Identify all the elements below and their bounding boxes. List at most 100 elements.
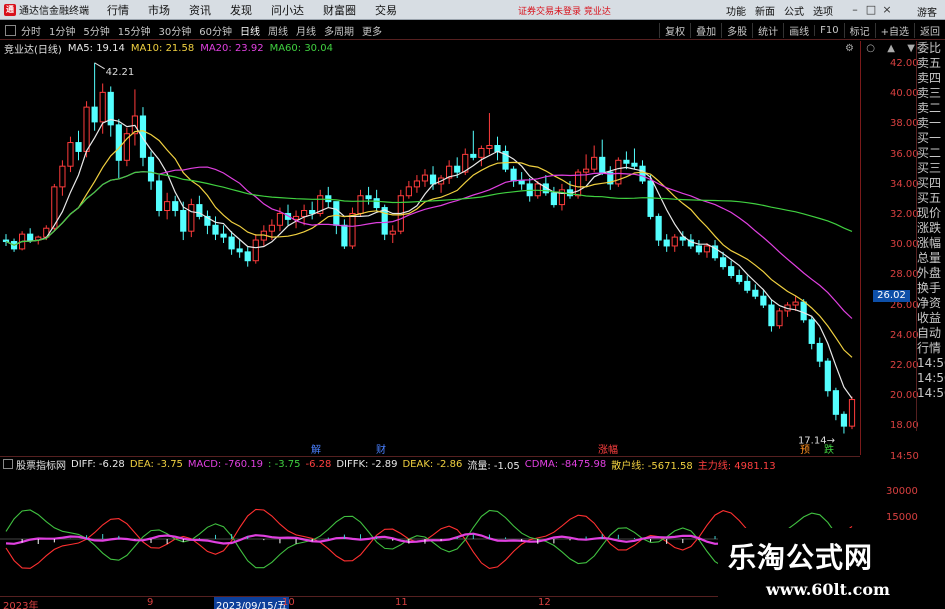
indicator-value-0: DIFF: -6.28 <box>71 458 125 470</box>
side-panel-item[interactable]: 卖四 <box>917 71 945 86</box>
candle-body <box>518 180 525 185</box>
candle-body <box>27 233 34 241</box>
period-1min[interactable]: 1分钟 <box>49 23 75 38</box>
side-panel-item[interactable]: 卖一 <box>917 116 945 131</box>
candle-body <box>188 204 195 232</box>
side-panel-item[interactable]: 卖二 <box>917 101 945 116</box>
statistics-button[interactable]: 统计 <box>752 23 783 38</box>
period-5min[interactable]: 5分钟 <box>83 23 109 38</box>
minimize-icon[interactable]: – <box>847 2 863 17</box>
side-panel-item[interactable]: 总量 <box>917 251 945 266</box>
period-more[interactable]: 更多 <box>362 23 382 38</box>
side-panel-item[interactable]: 卖五 <box>917 56 945 71</box>
period-timeshare[interactable]: 分时 <box>21 23 41 38</box>
indicator-value-9: 散户线: -5671.58 <box>611 460 693 472</box>
period-toolbar: 分时 1分钟 5分钟 15分钟 30分钟 60分钟 日线 周线 月线 多周期 更… <box>0 21 945 40</box>
overlay-button[interactable]: 叠加 <box>690 23 721 38</box>
user-label[interactable]: 游客 <box>917 4 937 19</box>
close-icon[interactable]: × <box>879 2 895 17</box>
side-panel-item[interactable]: 14:50 <box>917 386 945 401</box>
side-panel-item[interactable]: 14:50 <box>917 356 945 371</box>
menu-function[interactable]: 功能 <box>726 3 746 18</box>
period-daily[interactable]: 日线 <box>240 23 260 38</box>
menu-wealth[interactable]: 财富圈 <box>323 2 356 18</box>
candle-body <box>276 212 284 226</box>
candle-body <box>583 168 590 173</box>
side-panel-item[interactable]: 涨跌 <box>917 221 945 236</box>
candle-body <box>180 210 187 232</box>
multi-stock-button[interactable]: 多股 <box>721 23 752 38</box>
ma5-label: MA5: 19.14 <box>67 43 125 54</box>
side-panel-item[interactable]: 净资 <box>917 296 945 311</box>
period-weekly[interactable]: 周线 <box>268 23 288 38</box>
login-warning[interactable]: 证券交易未登录 竞业达 <box>518 4 611 17</box>
period-15min[interactable]: 15分钟 <box>118 23 151 38</box>
side-panel-item[interactable]: 买四 <box>917 176 945 191</box>
menu-discover[interactable]: 发现 <box>230 2 252 18</box>
side-panel-item[interactable]: 买五 <box>917 191 945 206</box>
candle-body <box>405 186 412 197</box>
candle-body <box>470 153 477 158</box>
event-financial[interactable]: 财 <box>376 441 386 456</box>
candle-body <box>2 239 10 243</box>
circle-icon[interactable]: ○ <box>866 44 875 54</box>
side-panel-item[interactable]: 买二 <box>917 146 945 161</box>
side-panel-item[interactable]: 现价 <box>917 206 945 221</box>
side-panel-item[interactable]: 涨幅 <box>917 236 945 251</box>
candle-body <box>800 301 807 321</box>
event-unlock[interactable]: 解 <box>311 441 321 456</box>
indicator-value-3: : -3.75 <box>268 458 301 470</box>
settings-gear-icon[interactable]: ⚙ <box>845 44 854 54</box>
side-panel-item[interactable]: 买三 <box>917 161 945 176</box>
event-forecast[interactable]: 预 <box>800 441 810 456</box>
menu-new-page[interactable]: 新面 <box>755 3 775 18</box>
price-tick: 18.00 <box>890 420 919 432</box>
event-fall[interactable]: 跌 <box>824 441 834 456</box>
side-panel-item[interactable]: 委比 <box>917 41 945 56</box>
candle-body <box>83 106 90 152</box>
price-tick: 14:50 <box>890 450 919 462</box>
side-panel-item[interactable]: 换手 <box>917 281 945 296</box>
expand-icon[interactable]: ▼ <box>907 44 915 54</box>
side-panel-item[interactable]: 卖三 <box>917 86 945 101</box>
indicator-value-6: DEAK: -2.86 <box>402 458 463 470</box>
period-monthly[interactable]: 月线 <box>296 23 316 38</box>
date-cursor-label: 2023/09/15/五 <box>214 597 290 609</box>
back-button[interactable]: 返回 <box>914 23 945 38</box>
candlestick-chart[interactable]: 42.2117.14→ <box>0 41 860 455</box>
side-panel-item[interactable]: 自动 <box>917 326 945 341</box>
side-panel-item[interactable]: 收益 <box>917 311 945 326</box>
menu-formula[interactable]: 公式 <box>784 3 804 18</box>
event-rise[interactable]: 涨幅 <box>598 441 618 456</box>
candle-body <box>824 360 831 392</box>
side-panel-item[interactable]: 外盘 <box>917 266 945 281</box>
maximize-icon[interactable]: □ <box>863 2 879 17</box>
chart-header: 竞业达(日线) MA5: 19.14 MA10: 21.58 MA20: 23.… <box>0 41 339 56</box>
menu-ask[interactable]: 问小达 <box>271 2 304 18</box>
menu-quotes[interactable]: 行情 <box>107 2 129 18</box>
menu-market[interactable]: 市场 <box>148 2 170 18</box>
restore-rights-button[interactable]: 复权 <box>659 23 690 38</box>
menu-trade[interactable]: 交易 <box>375 2 397 18</box>
price-tick: 24.00 <box>890 329 919 341</box>
menu-options[interactable]: 选项 <box>813 3 833 18</box>
side-panel-item[interactable]: 行情 <box>917 341 945 356</box>
collapse-icon[interactable]: ▲ <box>887 44 895 54</box>
indicator-toggle-icon[interactable] <box>3 459 13 469</box>
layout-toggle-icon[interactable] <box>5 24 16 36</box>
watermark-title: 乐淘公式网 <box>728 541 874 574</box>
side-panel-item[interactable]: 买一 <box>917 131 945 146</box>
candle-body <box>832 390 839 415</box>
add-watchlist-button[interactable]: +自选 <box>874 23 914 38</box>
mark-button[interactable]: 标记 <box>843 23 875 38</box>
candle-body <box>220 233 227 238</box>
indicator-title[interactable]: 股票指标网 <box>16 457 66 472</box>
f10-button[interactable]: F10 <box>814 25 843 36</box>
draw-line-button[interactable]: 画线 <box>783 23 814 38</box>
side-panel-item[interactable]: 14:50 <box>917 371 945 386</box>
period-60min[interactable]: 60分钟 <box>199 23 232 38</box>
candle-body <box>719 257 727 268</box>
period-multi[interactable]: 多周期 <box>324 23 354 38</box>
period-30min[interactable]: 30分钟 <box>158 23 191 38</box>
menu-news[interactable]: 资讯 <box>189 2 211 18</box>
